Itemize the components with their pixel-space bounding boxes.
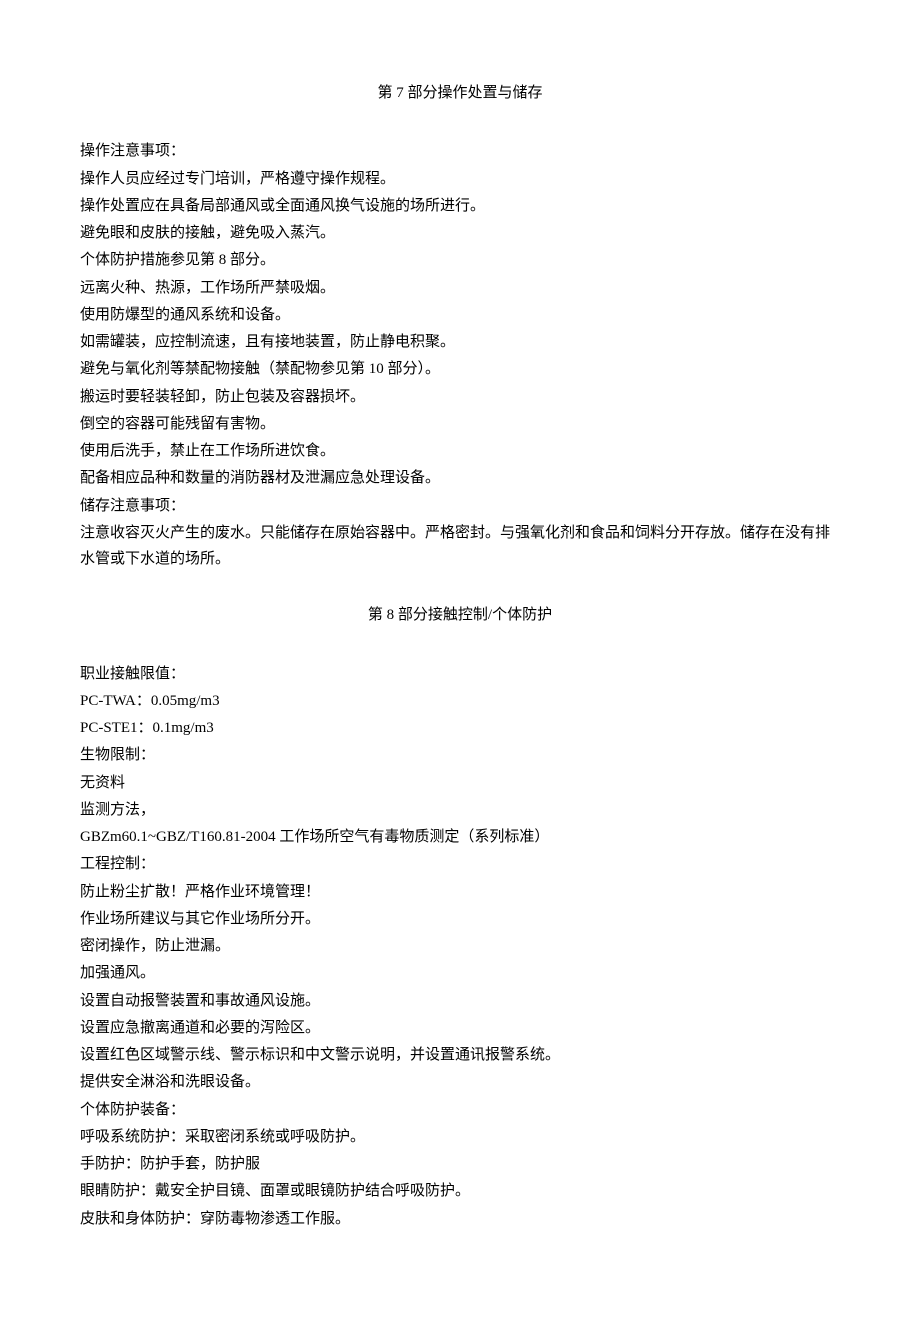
s8-line: 生物限制： [80,742,840,768]
s8-line: PC-TWA：0.05mg/m3 [80,688,840,714]
s8-line: PC-STE1：0.1mg/m3 [80,715,840,741]
s7-line: 操作注意事项： [80,138,840,164]
section-8: 第 8 部分接触控制/个体防护 职业接触限值： PC-TWA：0.05mg/m3… [80,602,840,1232]
s8-line: 呼吸系统防护：采取密闭系统或呼吸防护。 [80,1124,840,1150]
s7-line: 操作处置应在具备局部通风或全面通风换气设施的场所进行。 [80,193,840,219]
s8-line: 防止粉尘扩散！严格作业环境管理！ [80,879,840,905]
s8-line: 设置应急撤离通道和必要的泻险区。 [80,1015,840,1041]
s7-line: 避免与氧化剂等禁配物接触（禁配物参见第 10 部分）。 [80,356,840,382]
section-8-title: 第 8 部分接触控制/个体防护 [80,602,840,628]
s8-line: 手防护：防护手套，防护服 [80,1151,840,1177]
s7-line: 使用防爆型的通风系统和设备。 [80,302,840,328]
s7-line: 储存注意事项： [80,493,840,519]
s7-line: 搬运时要轻装轻卸，防止包装及容器损坏。 [80,384,840,410]
section-7: 第 7 部分操作处置与储存 操作注意事项： 操作人员应经过专门培训，严格遵守操作… [80,80,840,572]
s8-line: 监测方法， [80,797,840,823]
s7-line: 如需罐装，应控制流速，且有接地装置，防止静电积聚。 [80,329,840,355]
s8-line: 工程控制： [80,851,840,877]
s8-line: 作业场所建议与其它作业场所分开。 [80,906,840,932]
s7-line: 配备相应品种和数量的消防器材及泄漏应急处理设备。 [80,465,840,491]
s8-line: 密闭操作，防止泄漏。 [80,933,840,959]
s8-line: 提供安全淋浴和洗眼设备。 [80,1069,840,1095]
s7-line: 操作人员应经过专门培训，严格遵守操作规程。 [80,166,840,192]
s7-line: 倒空的容器可能残留有害物。 [80,411,840,437]
s7-line: 避免眼和皮肤的接触，避免吸入蒸汽。 [80,220,840,246]
document-page: 第 7 部分操作处置与储存 操作注意事项： 操作人员应经过专门培训，严格遵守操作… [0,0,920,1322]
s7-line: 远离火种、热源，工作场所严禁吸烟。 [80,275,840,301]
s8-line: GBZm60.1~GBZ/T160.81-2004 工作场所空气有毒物质测定（系… [80,824,840,850]
section-7-title: 第 7 部分操作处置与储存 [80,80,840,106]
s7-line: 个体防护措施参见第 8 部分。 [80,247,840,273]
s7-line: 使用后洗手，禁止在工作场所进饮食。 [80,438,840,464]
s8-line: 设置自动报警装置和事故通风设施。 [80,988,840,1014]
s8-line: 皮肤和身体防护：穿防毒物渗透工作服。 [80,1206,840,1232]
s8-line: 个体防护装备： [80,1097,840,1123]
s8-line: 无资料 [80,770,840,796]
s8-line: 设置红色区域警示线、警示标识和中文警示说明，并设置通讯报警系统。 [80,1042,840,1068]
s8-line: 眼睛防护：戴安全护目镜、面罩或眼镜防护结合呼吸防护。 [80,1178,840,1204]
s8-line: 加强通风。 [80,960,840,986]
s8-line: 职业接触限值： [80,661,840,687]
s7-line: 注意收容灭火产生的废水。只能储存在原始容器中。严格密封。与强氧化剂和食品和饲料分… [80,520,840,573]
